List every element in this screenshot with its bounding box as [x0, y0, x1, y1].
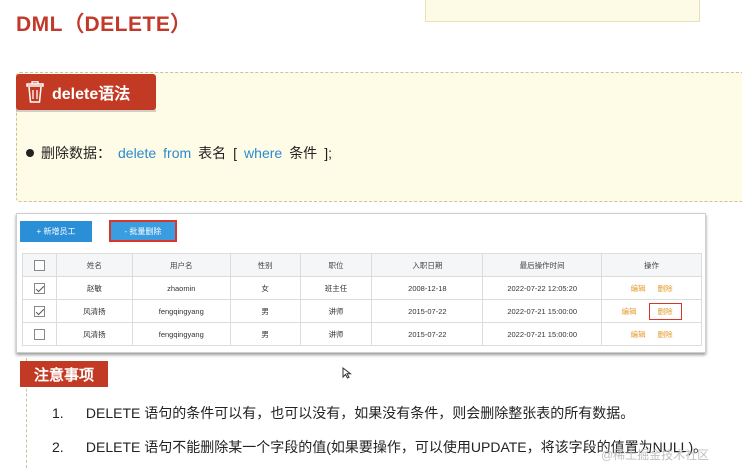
edit-link[interactable]: 编辑	[621, 307, 636, 316]
cell-job: 班主任	[299, 276, 373, 300]
syntax-tag-label: delete语法	[52, 86, 131, 103]
header-name: 姓名	[55, 253, 133, 277]
cell-update-time: 2022-07-21 15:00:00	[482, 322, 603, 346]
slide-title: DML（DELETE）	[16, 13, 192, 36]
cell-actions: 编辑 删除	[601, 322, 702, 346]
add-employee-button[interactable]: + 新增员工	[20, 221, 92, 242]
notice-tag: 注意事项	[20, 361, 108, 387]
cell-name: 赵敏	[55, 276, 133, 300]
cell-job: 讲师	[299, 299, 373, 323]
edit-link[interactable]: 编辑	[630, 284, 645, 293]
notice-number: 1.	[52, 405, 64, 421]
cell-name: 风清扬	[55, 299, 133, 323]
cell-gender: 男	[229, 322, 301, 346]
syntax-table: 表名	[198, 145, 227, 161]
header-job: 职位	[299, 253, 373, 277]
header-username: 用户名	[131, 253, 231, 277]
row-checkbox[interactable]	[33, 282, 45, 294]
cell-name: 风清扬	[55, 322, 133, 346]
table-header-row: 姓名 用户名 性别 职位 入职日期 最后操作时间 操作	[22, 253, 702, 277]
header-gender: 性别	[229, 253, 301, 277]
watermark: @稀土掘金技术社区	[601, 448, 710, 462]
table-row: 风清扬 fengqingyang 男 讲师 2015-07-22 2022-07…	[22, 322, 702, 346]
cell-entry-date: 2015-07-22	[371, 322, 484, 346]
header-entry-date: 入职日期	[371, 253, 484, 277]
cell-entry-date: 2015-07-22	[371, 299, 484, 323]
bullet-icon	[26, 149, 34, 157]
delete-link-highlighted[interactable]: 删除	[648, 302, 682, 320]
table-row: 风清扬 fengqingyang 男 讲师 2015-07-22 2022-07…	[22, 299, 702, 323]
cell-job: 讲师	[299, 322, 373, 346]
trash-icon	[26, 81, 44, 103]
cell-update-time: 2022-07-22 12:05:20	[482, 276, 603, 300]
cell-username: zhaomin	[131, 276, 231, 300]
cell-update-time: 2022-07-21 15:00:00	[482, 299, 603, 323]
cell-username: fengqingyang	[131, 299, 231, 323]
cell-gender: 男	[229, 299, 301, 323]
delete-link[interactable]: 删除	[658, 330, 673, 339]
header-select-all[interactable]	[22, 253, 57, 277]
syntax-tag: delete语法	[16, 74, 156, 110]
select-all-checkbox[interactable]	[33, 259, 45, 271]
edit-link[interactable]: 编辑	[630, 330, 645, 339]
batch-delete-button[interactable]: - 批量删除	[109, 220, 177, 242]
cell-actions: 编辑 删除	[601, 276, 702, 300]
bracket-close: ];	[324, 145, 332, 161]
keyword-delete: delete	[118, 145, 157, 161]
syntax-prefix: 删除数据：	[41, 145, 111, 161]
syntax-line: 删除数据： delete from 表名 [ where 条件 ];	[26, 143, 339, 163]
notice-text: DELETE 语句的条件可以有，也可以没有，如果没有条件，则会删除整张表的所有数…	[85, 405, 635, 421]
cell-entry-date: 2008-12-18	[371, 276, 484, 300]
header-actions: 操作	[601, 253, 702, 277]
notice-item: 1. DELETE 语句的条件可以有，也可以没有，如果没有条件，则会删除整张表的…	[52, 403, 634, 423]
bracket-open: [	[233, 145, 238, 161]
row-checkbox[interactable]	[33, 305, 45, 317]
keyword-from: from	[163, 145, 192, 161]
notice-number: 2.	[52, 439, 64, 455]
cell-actions: 编辑 删除	[601, 299, 702, 323]
cell-username: fengqingyang	[131, 322, 231, 346]
keyword-where: where	[244, 145, 283, 161]
syntax-cond: 条件	[289, 145, 318, 161]
row-checkbox[interactable]	[33, 328, 45, 340]
cell-gender: 女	[229, 276, 301, 300]
table-row: 赵敏 zhaomin 女 班主任 2008-12-18 2022-07-22 1…	[22, 276, 702, 300]
delete-link[interactable]: 删除	[658, 284, 673, 293]
header-update-time: 最后操作时间	[482, 253, 603, 277]
mouse-cursor-icon	[342, 367, 352, 379]
top-note-box	[425, 0, 700, 22]
employee-table: 姓名 用户名 性别 职位 入职日期 最后操作时间 操作 赵敏 zhaomin 女…	[22, 253, 702, 346]
